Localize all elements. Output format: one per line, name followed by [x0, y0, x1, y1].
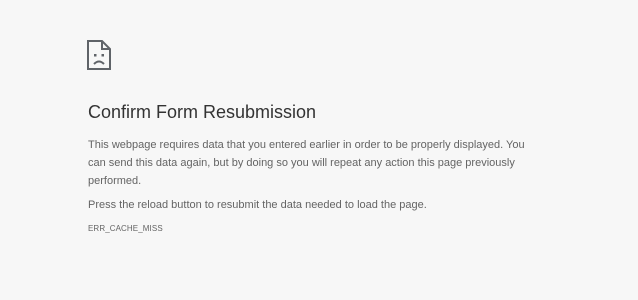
reload-instruction: Press the reload button to resubmit the … [88, 199, 427, 211]
sad-page-icon [86, 40, 112, 70]
error-code[interactable]: ERR_CACHE_MISS [88, 222, 528, 236]
error-content: Confirm Form Resubmission This webpage r… [88, 100, 528, 236]
error-description: This webpage requires data that you ente… [88, 139, 525, 187]
error-title: Confirm Form Resubmission [88, 102, 317, 122]
